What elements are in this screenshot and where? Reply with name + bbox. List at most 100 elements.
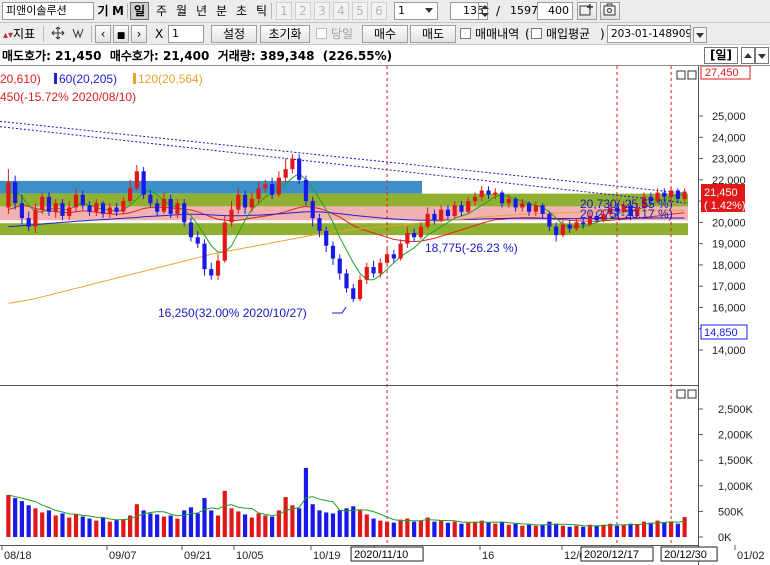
candle-body bbox=[60, 203, 65, 216]
volume-bar bbox=[188, 507, 194, 537]
date-marker-label: 20/12/30 bbox=[664, 549, 707, 561]
period-badge[interactable]: [일] bbox=[704, 47, 738, 64]
number-tab-4[interactable]: 5 bbox=[352, 2, 368, 20]
reset-button[interactable]: 초기화 bbox=[260, 25, 310, 43]
dangil-checkbox[interactable] bbox=[316, 28, 327, 39]
date-marker-label: 2020/11/10 bbox=[354, 549, 408, 561]
volume-bar bbox=[364, 514, 369, 537]
volume-bar bbox=[466, 522, 471, 537]
crosshair-move-icon[interactable] bbox=[48, 25, 68, 43]
candle-body bbox=[560, 224, 565, 236]
gi-button[interactable]: 기 bbox=[96, 2, 110, 20]
m-button[interactable]: M bbox=[110, 2, 126, 20]
volume-bar bbox=[668, 521, 674, 537]
buy-button[interactable]: 매수 bbox=[362, 25, 408, 43]
candle-body bbox=[574, 222, 579, 229]
candle-body bbox=[107, 207, 112, 214]
number-tab-3[interactable]: 4 bbox=[333, 2, 349, 20]
volume-bar bbox=[459, 523, 464, 537]
candle-body bbox=[324, 230, 329, 246]
panel-close-icon[interactable] bbox=[687, 389, 697, 399]
zoom-in-icon[interactable] bbox=[577, 2, 597, 20]
price-low-label: 14,850 bbox=[704, 327, 738, 339]
date-label: 16 bbox=[482, 550, 494, 562]
stop-button[interactable]: ■ bbox=[113, 25, 129, 43]
view-count-input[interactable]: 400 bbox=[537, 2, 573, 20]
account-dropdown[interactable] bbox=[693, 27, 707, 43]
trade-history-checkbox[interactable] bbox=[460, 28, 471, 39]
panel-restore-icon[interactable] bbox=[676, 70, 686, 80]
volume-bar bbox=[13, 498, 18, 537]
candle-body bbox=[67, 207, 72, 216]
volume-value: 389,348 bbox=[259, 49, 315, 63]
panel-close-icon[interactable] bbox=[687, 70, 697, 80]
candle-body bbox=[526, 203, 532, 212]
candle-body bbox=[297, 158, 302, 180]
volume-bar bbox=[168, 515, 173, 537]
candle-body bbox=[452, 205, 457, 216]
volume-bar bbox=[215, 515, 221, 537]
sell-button[interactable]: 매도 bbox=[410, 25, 456, 43]
volume-bar bbox=[675, 523, 680, 537]
candle-body bbox=[249, 198, 254, 208]
volume-bar bbox=[73, 513, 79, 537]
number-tab-1[interactable]: 2 bbox=[295, 2, 311, 20]
volume-bar bbox=[209, 510, 214, 537]
price-top-label: 27,450 bbox=[705, 67, 739, 79]
volume-bar bbox=[263, 515, 268, 537]
bid-value: 21,400 bbox=[162, 49, 210, 63]
candle-body bbox=[19, 203, 25, 219]
period-tab-1[interactable]: 주 bbox=[152, 2, 171, 20]
legend-ma60: 60(20,205) bbox=[59, 72, 117, 86]
scroll-up-button[interactable] bbox=[741, 47, 755, 64]
candle-body bbox=[547, 213, 552, 227]
candle-body bbox=[499, 192, 505, 204]
multiplier-value: 1 bbox=[172, 27, 179, 40]
line-tool-icon[interactable] bbox=[68, 25, 88, 43]
chart-toolbar-top: 피앤이솔루션 기 M 1 135 / 1597 400 일주월년분초틱12345… bbox=[0, 0, 770, 23]
price-tick-label: 18,000 bbox=[712, 260, 746, 272]
candle-body bbox=[276, 177, 281, 195]
candle-body bbox=[6, 181, 11, 208]
candle-body bbox=[378, 262, 383, 274]
candle-body bbox=[439, 209, 444, 221]
price-tick-label: 14,000 bbox=[712, 345, 746, 357]
scroll-right-button[interactable]: › bbox=[131, 25, 147, 43]
period-tab-5[interactable]: 초 bbox=[232, 2, 251, 20]
chart-toolbar-bottom: ▴▾지표 ‹ ■ › X 1 설정 초기화 당일 매수 매도 매매내역 ( 매입… bbox=[0, 23, 770, 45]
volume-bar bbox=[526, 524, 532, 537]
period-tab-3[interactable]: 년 bbox=[192, 2, 211, 20]
multiplier-combo[interactable]: 1 bbox=[168, 25, 204, 43]
candle-body bbox=[581, 222, 586, 225]
ask-value: 21,450 bbox=[55, 49, 102, 63]
screenshot-icon[interactable] bbox=[600, 2, 620, 20]
volume-tick-label: 0K bbox=[718, 532, 732, 544]
settings-button[interactable]: 설정 bbox=[211, 25, 257, 43]
stock-name-field[interactable]: 피앤이솔루션 bbox=[2, 2, 94, 20]
ask-label: 매도호가 bbox=[2, 49, 47, 63]
volume-bar bbox=[242, 514, 248, 537]
period-tab-0[interactable]: 일 bbox=[130, 2, 149, 20]
volume-bar bbox=[594, 525, 599, 537]
indicator-button[interactable]: ▴▾지표 bbox=[0, 25, 36, 43]
spinner[interactable] bbox=[478, 3, 490, 19]
volume-bar bbox=[60, 513, 65, 537]
candle-body bbox=[567, 224, 572, 229]
account-combo[interactable]: 203-01-148909 bbox=[607, 25, 691, 43]
number-tab-5[interactable]: 6 bbox=[371, 2, 387, 20]
period-tab-2[interactable]: 월 bbox=[172, 2, 191, 20]
number-tab-2[interactable]: 3 bbox=[314, 2, 330, 20]
scroll-left-button[interactable]: ‹ bbox=[95, 25, 111, 43]
candle-body bbox=[141, 171, 146, 195]
volume-bar bbox=[432, 521, 437, 537]
period-tab-6[interactable]: 틱 bbox=[252, 2, 271, 20]
panel-restore-icon[interactable] bbox=[676, 389, 686, 399]
scroll-down-button[interactable] bbox=[755, 47, 769, 64]
number-tab-0[interactable]: 1 bbox=[276, 2, 292, 20]
stock-chart[interactable]: 25,00024,00023,00022,00021,00020,00019,0… bbox=[0, 66, 770, 565]
period-tab-4[interactable]: 분 bbox=[212, 2, 231, 20]
avg-price-checkbox[interactable] bbox=[531, 28, 542, 39]
candle-body bbox=[310, 201, 315, 219]
volume-bar bbox=[445, 522, 451, 537]
volume-bar bbox=[33, 508, 38, 537]
